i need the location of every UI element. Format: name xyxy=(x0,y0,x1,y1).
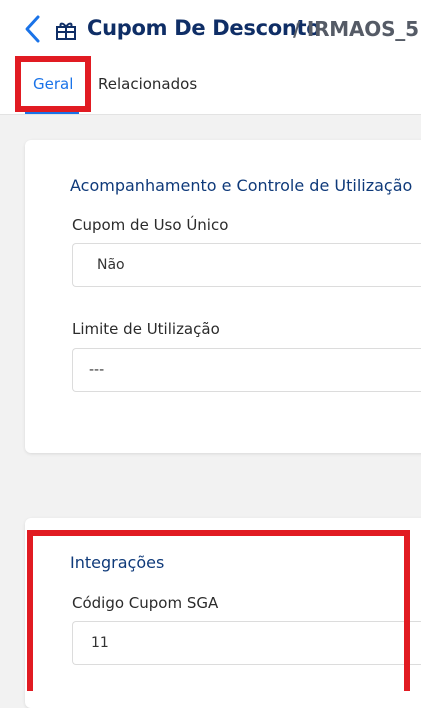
usage-limit-field[interactable]: --- xyxy=(72,348,421,392)
record-name: / IRMAOS_5 - xyxy=(293,17,421,41)
single-use-field[interactable]: Não xyxy=(72,243,421,287)
field-label-usage-limit: Limite de Utilização xyxy=(72,320,220,338)
tab-geral[interactable]: Geral xyxy=(33,75,73,93)
sga-code-value: 11 xyxy=(91,635,109,651)
single-use-value: Não xyxy=(97,257,125,273)
section-title-integrations: Integrações xyxy=(70,553,165,572)
usage-limit-value: --- xyxy=(89,362,105,378)
tab-relacionados[interactable]: Relacionados xyxy=(98,75,197,93)
back-button[interactable] xyxy=(22,14,44,44)
record-header: Cupom De Desconto / IRMAOS_5 - Geral Rel… xyxy=(0,0,421,115)
tab-bar: Geral Relacionados xyxy=(0,62,421,114)
section-title-usage: Acompanhamento e Controle de Utilização xyxy=(70,176,413,195)
usage-control-card: Acompanhamento e Controle de Utilização … xyxy=(25,140,421,453)
sga-code-field[interactable]: 11 xyxy=(72,621,421,665)
active-tab-indicator xyxy=(25,111,79,114)
chevron-left-icon xyxy=(25,15,40,43)
field-label-single-use: Cupom de Uso Único xyxy=(72,216,229,234)
page-title: Cupom De Desconto xyxy=(87,16,321,40)
integrations-card: Integrações Código Cupom SGA 11 xyxy=(25,518,421,708)
field-label-sga-code: Código Cupom SGA xyxy=(72,594,219,612)
gift-icon xyxy=(55,19,77,41)
